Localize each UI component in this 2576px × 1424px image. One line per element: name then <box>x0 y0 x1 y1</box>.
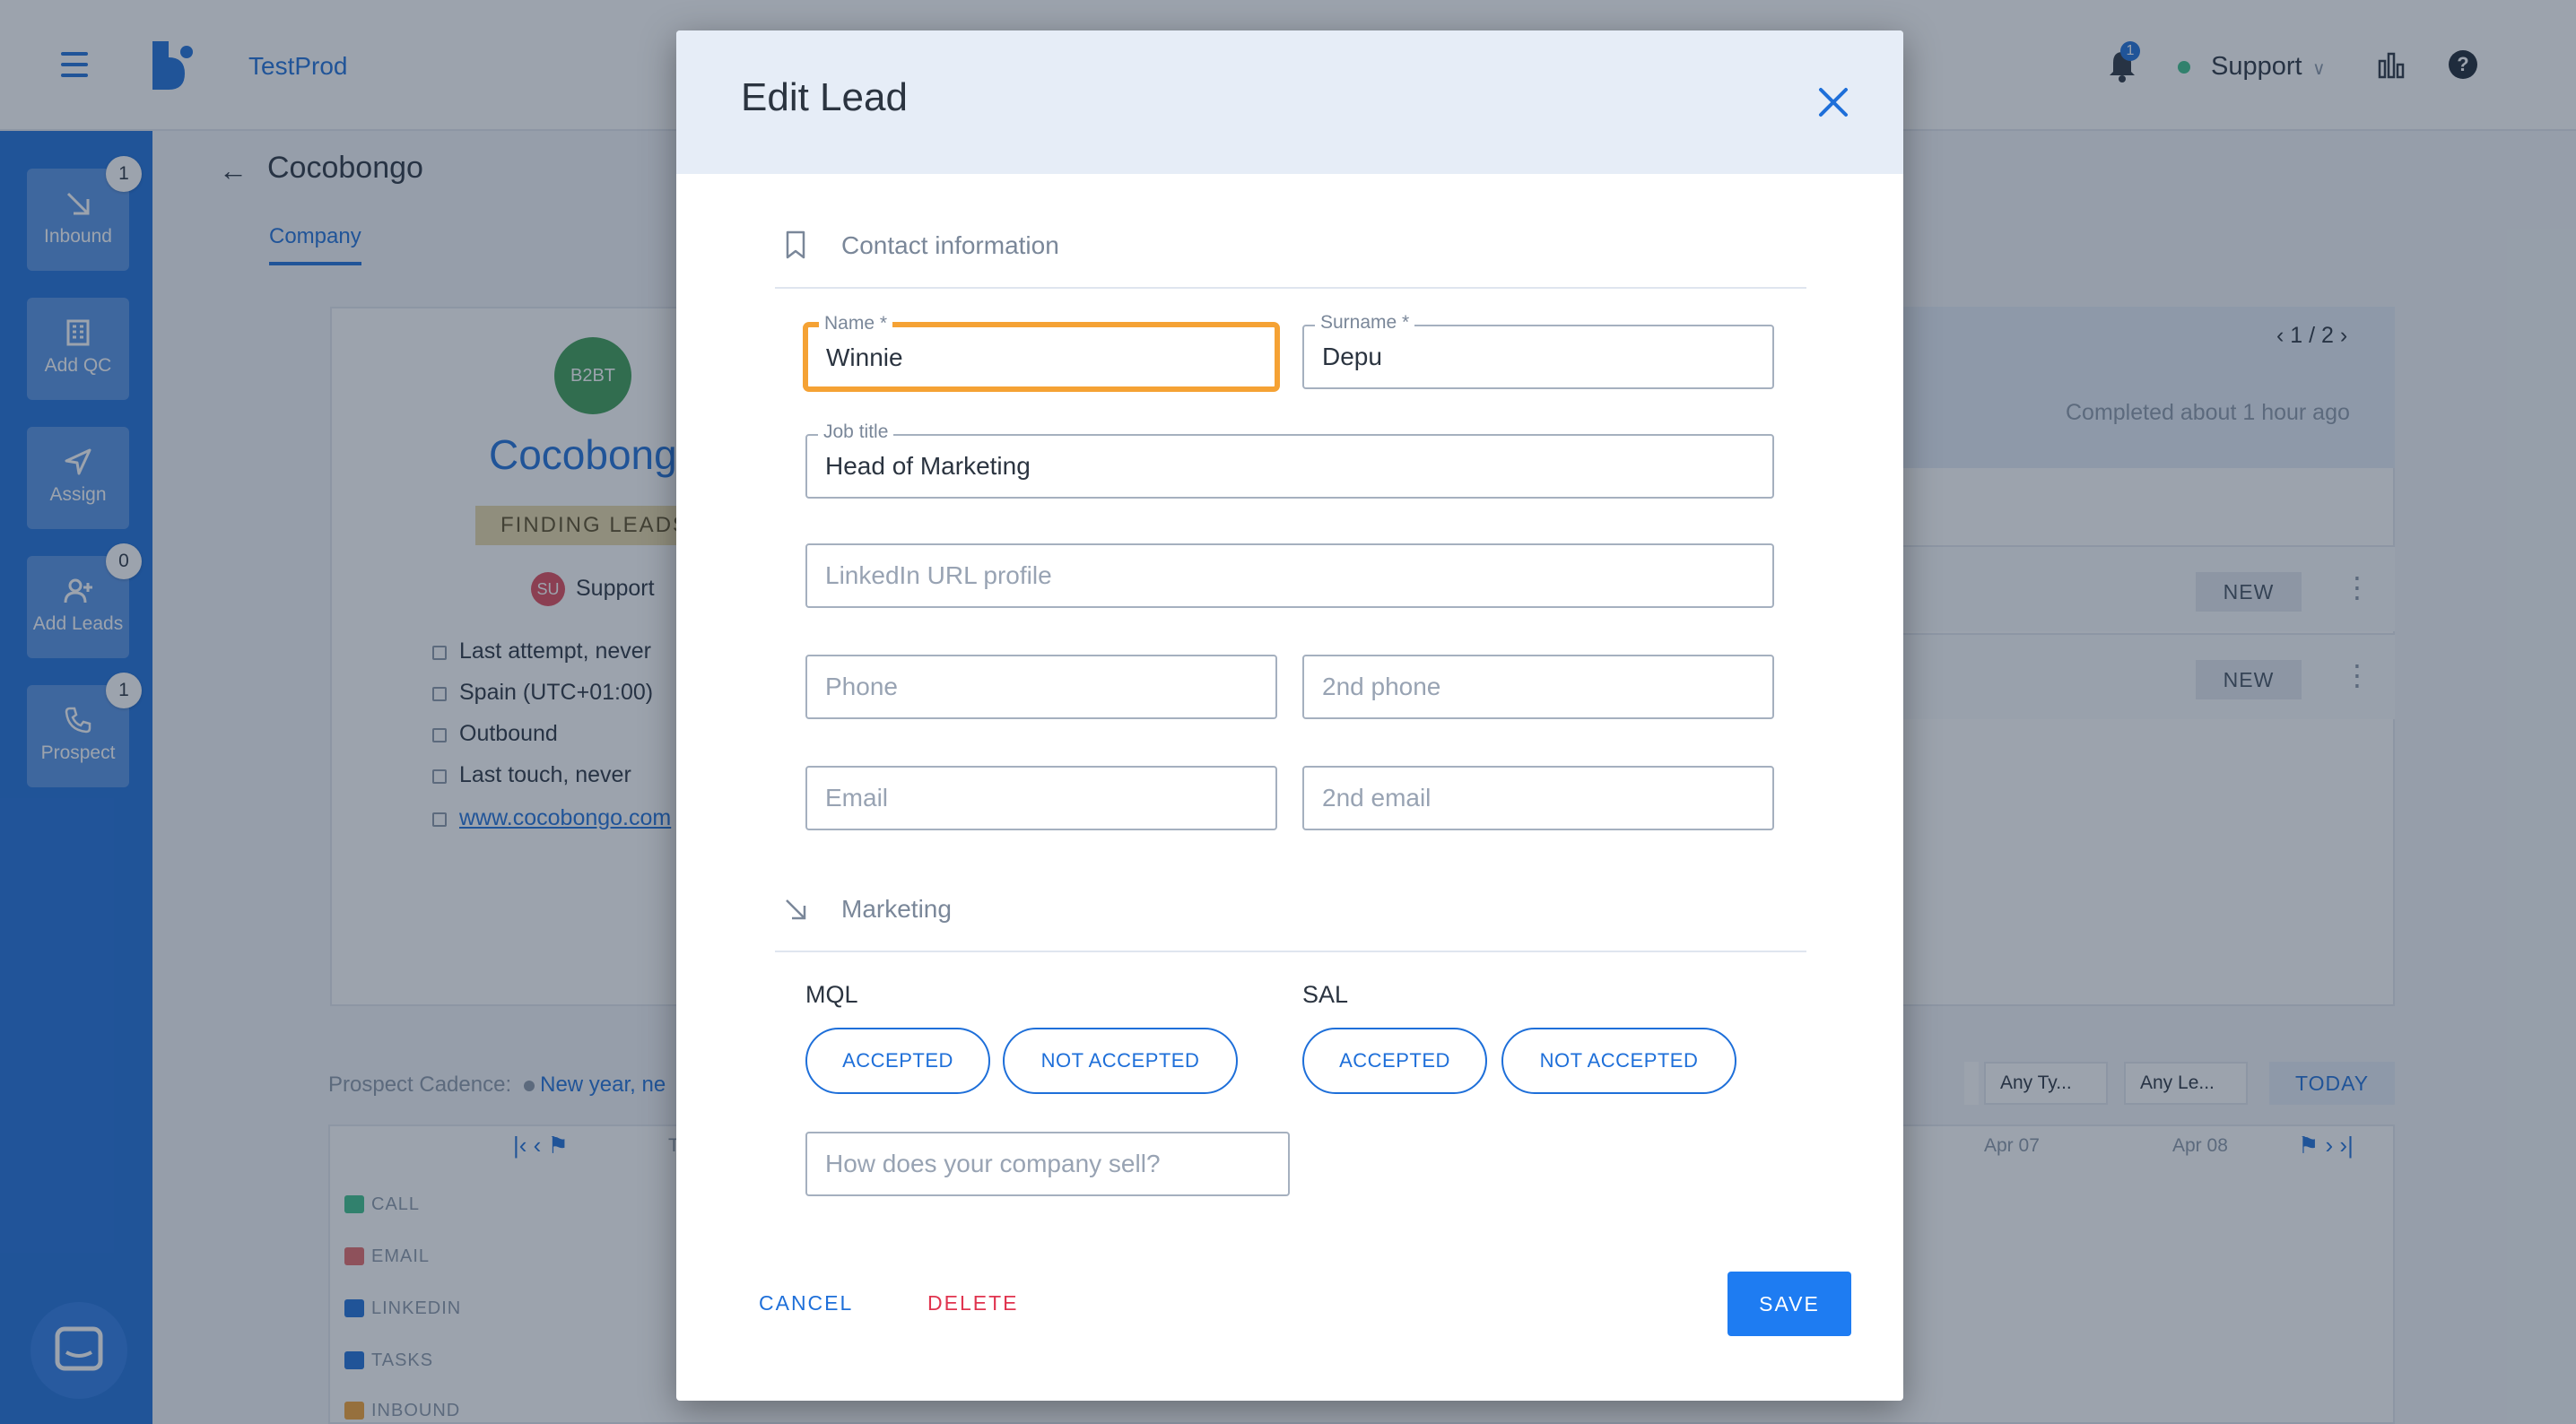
contact-section-header: Contact information <box>775 212 1806 289</box>
sal-accepted-button[interactable]: ACCEPTED <box>1302 1028 1487 1094</box>
phone-field[interactable]: Phone <box>805 655 1277 719</box>
cancel-button[interactable]: CANCEL <box>759 1291 853 1315</box>
field-label: Surname * <box>1315 312 1415 334</box>
field-value: Head of Marketing <box>825 452 1031 480</box>
delete-button[interactable]: DELETE <box>927 1291 1018 1315</box>
second-phone-field[interactable]: 2nd phone <box>1302 655 1774 719</box>
field-value: Depu <box>1322 343 1382 370</box>
mql-not-accepted-button[interactable]: NOT ACCEPTED <box>1003 1028 1238 1094</box>
field-placeholder: Email <box>825 784 889 812</box>
bookmark-icon <box>786 230 805 259</box>
field-value: Winnie <box>826 343 903 371</box>
second-email-field[interactable]: 2nd email <box>1302 766 1774 830</box>
mql-label: MQL <box>805 981 858 1008</box>
name-field[interactable]: Name * Winnie <box>805 313 1277 389</box>
linkedin-url-field[interactable]: LinkedIn URL profile <box>805 543 1774 608</box>
mql-accepted-button[interactable]: ACCEPTED <box>805 1028 990 1094</box>
job-title-field[interactable]: Job title Head of Marketing <box>805 421 1774 499</box>
field-label: Name * <box>819 313 893 334</box>
field-label: Job title <box>818 421 894 443</box>
arrow-down-right-icon <box>786 899 806 920</box>
field-placeholder: 2nd email <box>1322 784 1432 812</box>
surname-field[interactable]: Surname * Depu <box>1302 312 1774 389</box>
email-field[interactable]: Email <box>805 766 1277 830</box>
modal-header: Edit Lead <box>676 30 1903 174</box>
section-title: Marketing <box>841 895 952 923</box>
modal-title: Edit Lead <box>741 75 908 119</box>
sal-label: SAL <box>1302 981 1349 1008</box>
field-placeholder: LinkedIn URL profile <box>825 561 1052 589</box>
field-placeholder: 2nd phone <box>1322 673 1441 700</box>
edit-lead-modal: Edit Lead Contact information Name * Win… <box>676 30 1903 1401</box>
save-button[interactable]: SAVE <box>1727 1272 1851 1336</box>
company-sell-field[interactable]: How does your company sell? <box>805 1132 1290 1196</box>
marketing-section-header: Marketing <box>775 875 1806 952</box>
sal-not-accepted-button[interactable]: NOT ACCEPTED <box>1501 1028 1736 1094</box>
section-title: Contact information <box>841 231 1059 259</box>
close-icon[interactable] <box>1812 81 1855 124</box>
field-placeholder: How does your company sell? <box>825 1150 1161 1177</box>
field-placeholder: Phone <box>825 673 898 700</box>
